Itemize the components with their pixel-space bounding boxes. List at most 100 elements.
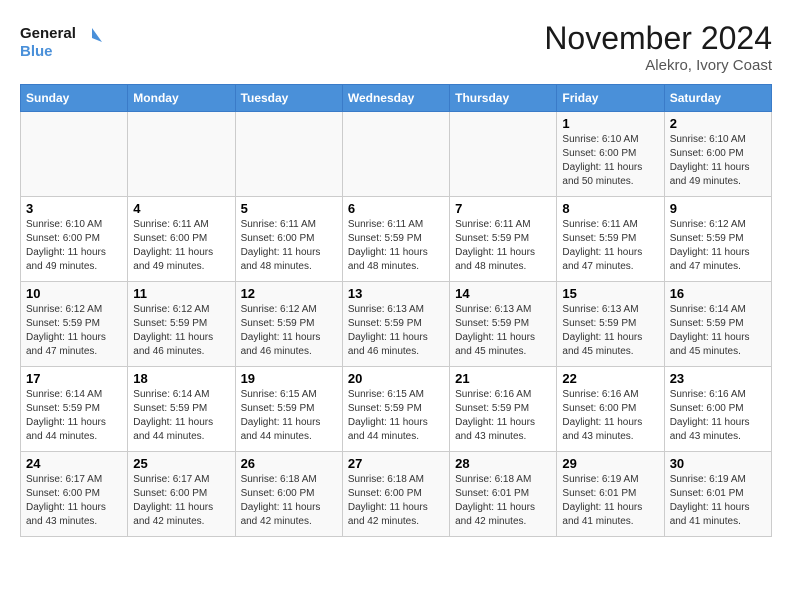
calendar-cell: 22 Sunrise: 6:16 AM Sunset: 6:00 PM Dayli… bbox=[557, 367, 664, 452]
day-info: Sunrise: 6:12 AM Sunset: 5:59 PM Dayligh… bbox=[241, 303, 337, 359]
day-info: Sunrise: 6:12 AM Sunset: 5:59 PM Dayligh… bbox=[26, 303, 122, 359]
day-number: 29 bbox=[562, 456, 658, 471]
calendar-cell: 6Sunrise: 6:11 AM Sunset: 5:59 PM Daylig… bbox=[342, 197, 449, 282]
calendar-cell bbox=[235, 112, 342, 197]
month-title: November 2024 bbox=[544, 20, 772, 57]
calendar-week-row: 24 Sunrise: 6:17 AM Sunset: 6:00 PM Dayli… bbox=[21, 452, 772, 537]
day-number: 12 bbox=[241, 286, 337, 301]
svg-text:Blue: Blue bbox=[20, 43, 53, 60]
day-number: 16 bbox=[670, 286, 766, 301]
day-number: 24 bbox=[26, 456, 122, 471]
calendar-table: SundayMondayTuesdayWednesdayThursdayFrid… bbox=[20, 84, 772, 537]
calendar-cell: 11 Sunrise: 6:12 AM Sunset: 5:59 PM Dayli… bbox=[128, 282, 235, 367]
calendar-week-row: 1 Sunrise: 6:10 AM Sunset: 6:00 PM Daylig… bbox=[21, 112, 772, 197]
day-number: 13 bbox=[348, 286, 444, 301]
svg-text:General: General bbox=[20, 25, 76, 42]
calendar-cell: 12 Sunrise: 6:12 AM Sunset: 5:59 PM Dayli… bbox=[235, 282, 342, 367]
day-info: Sunrise: 6:11 AM Sunset: 6:00 PM Dayligh… bbox=[133, 218, 229, 274]
calendar-week-row: 3 Sunrise: 6:10 AM Sunset: 6:00 PM Daylig… bbox=[21, 197, 772, 282]
weekday-header-row: SundayMondayTuesdayWednesdayThursdayFrid… bbox=[21, 85, 772, 112]
weekday-header: Friday bbox=[557, 85, 664, 112]
calendar-cell: 17 Sunrise: 6:14 AM Sunset: 5:59 PM Dayli… bbox=[21, 367, 128, 452]
weekday-header: Wednesday bbox=[342, 85, 449, 112]
day-number: 11 bbox=[133, 286, 229, 301]
day-number: 5 bbox=[241, 201, 337, 216]
day-info: Sunrise: 6:14 AM Sunset: 5:59 PM Dayligh… bbox=[26, 388, 122, 444]
calendar-week-row: 10 Sunrise: 6:12 AM Sunset: 5:59 PM Dayli… bbox=[21, 282, 772, 367]
day-number: 8 bbox=[562, 201, 658, 216]
day-number: 3 bbox=[26, 201, 122, 216]
day-number: 17 bbox=[26, 371, 122, 386]
calendar-cell bbox=[450, 112, 557, 197]
calendar-cell: 23 Sunrise: 6:16 AM Sunset: 6:00 PM Dayli… bbox=[664, 367, 771, 452]
day-info: Sunrise: 6:11 AM Sunset: 5:59 PM Dayligh… bbox=[348, 218, 444, 274]
day-info: Sunrise: 6:10 AM Sunset: 6:00 PM Dayligh… bbox=[562, 133, 658, 189]
weekday-header: Saturday bbox=[664, 85, 771, 112]
calendar-cell: 3 Sunrise: 6:10 AM Sunset: 6:00 PM Daylig… bbox=[21, 197, 128, 282]
day-number: 22 bbox=[562, 371, 658, 386]
day-number: 30 bbox=[670, 456, 766, 471]
day-info: Sunrise: 6:13 AM Sunset: 5:59 PM Dayligh… bbox=[455, 303, 551, 359]
calendar-cell bbox=[21, 112, 128, 197]
day-info: Sunrise: 6:16 AM Sunset: 6:00 PM Dayligh… bbox=[670, 388, 766, 444]
calendar-cell: 19 Sunrise: 6:15 AM Sunset: 5:59 PM Dayli… bbox=[235, 367, 342, 452]
day-number: 10 bbox=[26, 286, 122, 301]
day-number: 9 bbox=[670, 201, 766, 216]
day-number: 27 bbox=[348, 456, 444, 471]
calendar-cell: 10 Sunrise: 6:12 AM Sunset: 5:59 PM Dayli… bbox=[21, 282, 128, 367]
calendar-cell: 24Sunrise: 6:17 AM Sunset: 6:00 PM Dayli… bbox=[21, 452, 128, 537]
calendar-cell: 27 Sunrise: 6:18 AM Sunset: 6:00 PM Dayli… bbox=[342, 452, 449, 537]
day-number: 7 bbox=[455, 201, 551, 216]
location: Alekro, Ivory Coast bbox=[544, 57, 772, 74]
calendar-cell: 9 Sunrise: 6:12 AM Sunset: 5:59 PM Daylig… bbox=[664, 197, 771, 282]
calendar-cell: 8 Sunrise: 6:11 AM Sunset: 5:59 PM Daylig… bbox=[557, 197, 664, 282]
calendar-cell: 14 Sunrise: 6:13 AM Sunset: 5:59 PM Dayli… bbox=[450, 282, 557, 367]
day-info: Sunrise: 6:14 AM Sunset: 5:59 PM Dayligh… bbox=[670, 303, 766, 359]
day-info: Sunrise: 6:11 AM Sunset: 6:00 PM Dayligh… bbox=[241, 218, 337, 274]
logo-svg: General Blue bbox=[20, 20, 110, 64]
day-number: 20 bbox=[348, 371, 444, 386]
calendar-cell: 21 Sunrise: 6:16 AM Sunset: 5:59 PM Dayli… bbox=[450, 367, 557, 452]
day-info: Sunrise: 6:12 AM Sunset: 5:59 PM Dayligh… bbox=[133, 303, 229, 359]
day-number: 15 bbox=[562, 286, 658, 301]
day-number: 14 bbox=[455, 286, 551, 301]
calendar-cell bbox=[342, 112, 449, 197]
logo: General Blue bbox=[20, 20, 110, 64]
weekday-header: Tuesday bbox=[235, 85, 342, 112]
day-number: 18 bbox=[133, 371, 229, 386]
day-info: Sunrise: 6:18 AM Sunset: 6:00 PM Dayligh… bbox=[348, 473, 444, 529]
weekday-header: Monday bbox=[128, 85, 235, 112]
calendar-cell: 25Sunrise: 6:17 AM Sunset: 6:00 PM Dayli… bbox=[128, 452, 235, 537]
day-number: 2 bbox=[670, 116, 766, 131]
day-info: Sunrise: 6:13 AM Sunset: 5:59 PM Dayligh… bbox=[562, 303, 658, 359]
day-info: Sunrise: 6:14 AM Sunset: 5:59 PM Dayligh… bbox=[133, 388, 229, 444]
calendar-cell: 1 Sunrise: 6:10 AM Sunset: 6:00 PM Daylig… bbox=[557, 112, 664, 197]
day-info: Sunrise: 6:10 AM Sunset: 6:00 PM Dayligh… bbox=[26, 218, 122, 274]
day-info: Sunrise: 6:19 AM Sunset: 6:01 PM Dayligh… bbox=[562, 473, 658, 529]
calendar-cell: 16 Sunrise: 6:14 AM Sunset: 5:59 PM Dayli… bbox=[664, 282, 771, 367]
weekday-header: Sunday bbox=[21, 85, 128, 112]
day-info: Sunrise: 6:19 AM Sunset: 6:01 PM Dayligh… bbox=[670, 473, 766, 529]
calendar-cell: 5 Sunrise: 6:11 AM Sunset: 6:00 PM Daylig… bbox=[235, 197, 342, 282]
day-info: Sunrise: 6:16 AM Sunset: 5:59 PM Dayligh… bbox=[455, 388, 551, 444]
calendar-cell: 20 Sunrise: 6:15 AM Sunset: 5:59 PM Dayli… bbox=[342, 367, 449, 452]
day-number: 1 bbox=[562, 116, 658, 131]
calendar-cell: 30 Sunrise: 6:19 AM Sunset: 6:01 PM Dayli… bbox=[664, 452, 771, 537]
day-number: 19 bbox=[241, 371, 337, 386]
day-info: Sunrise: 6:11 AM Sunset: 5:59 PM Dayligh… bbox=[562, 218, 658, 274]
calendar-cell bbox=[128, 112, 235, 197]
calendar-week-row: 17 Sunrise: 6:14 AM Sunset: 5:59 PM Dayli… bbox=[21, 367, 772, 452]
day-info: Sunrise: 6:12 AM Sunset: 5:59 PM Dayligh… bbox=[670, 218, 766, 274]
day-info: Sunrise: 6:15 AM Sunset: 5:59 PM Dayligh… bbox=[241, 388, 337, 444]
day-number: 26 bbox=[241, 456, 337, 471]
day-number: 21 bbox=[455, 371, 551, 386]
day-info: Sunrise: 6:15 AM Sunset: 5:59 PM Dayligh… bbox=[348, 388, 444, 444]
calendar-cell: 26Sunrise: 6:18 AM Sunset: 6:00 PM Dayli… bbox=[235, 452, 342, 537]
page-header: General Blue November 2024 Alekro, Ivory… bbox=[20, 20, 772, 74]
day-number: 23 bbox=[670, 371, 766, 386]
day-info: Sunrise: 6:16 AM Sunset: 6:00 PM Dayligh… bbox=[562, 388, 658, 444]
calendar-cell: 4 Sunrise: 6:11 AM Sunset: 6:00 PM Daylig… bbox=[128, 197, 235, 282]
calendar-cell: 15 Sunrise: 6:13 AM Sunset: 5:59 PM Dayli… bbox=[557, 282, 664, 367]
day-info: Sunrise: 6:17 AM Sunset: 6:00 PM Dayligh… bbox=[133, 473, 229, 529]
day-number: 4 bbox=[133, 201, 229, 216]
